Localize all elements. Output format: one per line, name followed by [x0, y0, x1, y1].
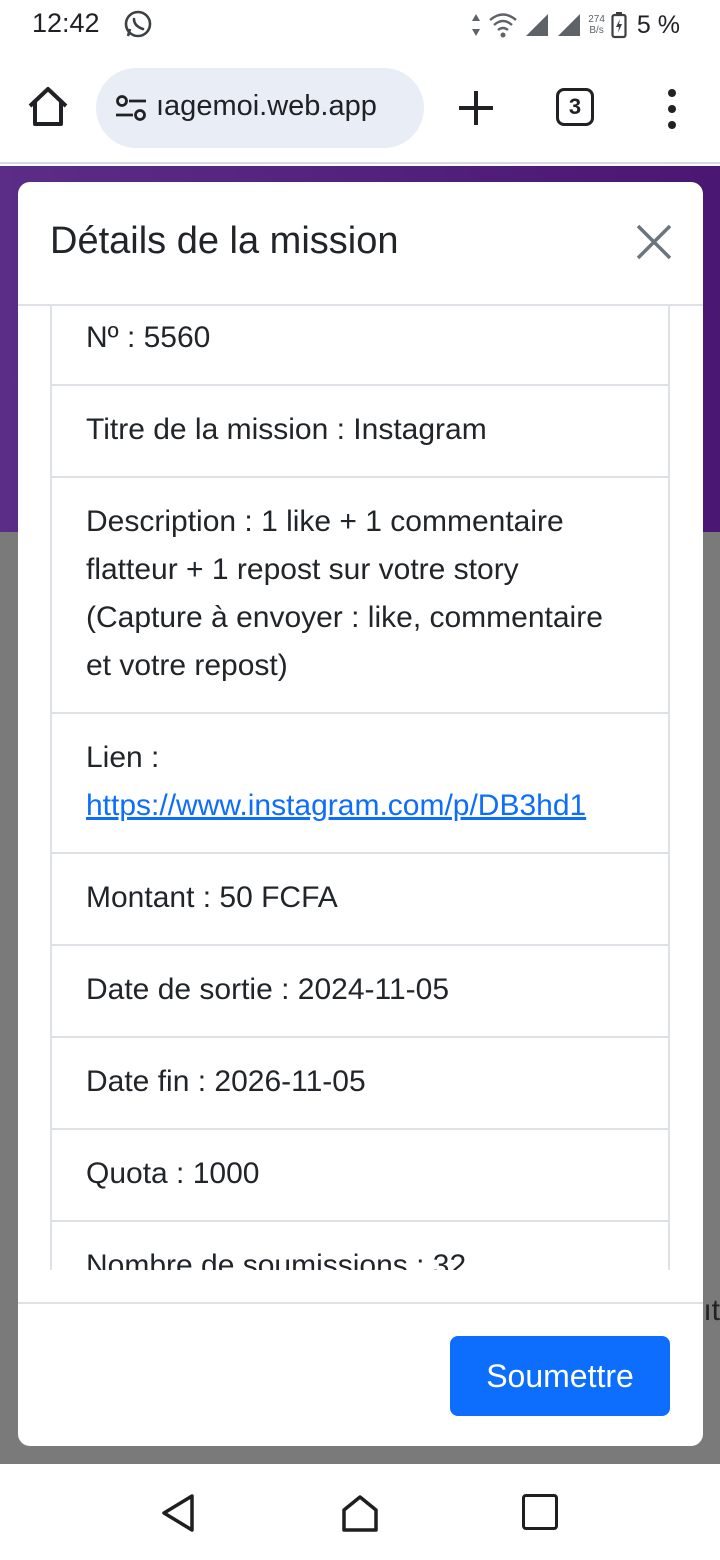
mission-amount: Montant : 50 FCFA — [52, 852, 668, 944]
mission-number: Nº : 5560 — [86, 321, 211, 354]
status-time: 12:42 — [32, 8, 100, 38]
submit-button[interactable]: Soumettre — [450, 1336, 670, 1416]
recents-icon[interactable] — [522, 1494, 558, 1530]
close-icon[interactable] — [634, 222, 674, 262]
mission-submissions-count: Nombre de soumissions : 32 — [52, 1220, 668, 1270]
mission-start-date: Date de sortie : 2024-11-05 — [52, 944, 668, 1036]
status-bar: 12:42 274 B/s 5 % — [0, 0, 720, 52]
home-icon[interactable] — [22, 80, 74, 132]
mission-description: Description : 1 like + 1 commentaire fla… — [52, 476, 668, 712]
whatsapp-icon — [124, 10, 152, 38]
status-icons: 274 B/s 5 % — [470, 8, 680, 42]
modal-title: Détails de la mission — [50, 220, 399, 262]
modal-header: Détails de la mission — [18, 182, 703, 306]
back-icon[interactable] — [158, 1492, 198, 1534]
mission-quota: Quota : 1000 — [52, 1128, 668, 1220]
mission-details-modal: Détails de la mission Nº : 5560 Titre de… — [18, 182, 703, 1446]
mission-link[interactable]: https://www.instagram.com/p/DB3hd1 — [86, 782, 636, 830]
new-tab-icon[interactable] — [456, 88, 496, 128]
site-settings-icon[interactable] — [114, 92, 148, 124]
address-bar[interactable]: ıagemoi.web.app — [96, 68, 424, 148]
mission-end-date: Date fin : 2026-11-05 — [52, 1036, 668, 1128]
mission-details-list: Nº : 5560 Titre de la mission : Instagra… — [50, 306, 670, 1270]
network-speed: 274 B/s — [588, 14, 605, 36]
link-label: Lien : — [86, 741, 160, 774]
battery-percentage: 5 % — [636, 10, 680, 39]
wifi-icon — [489, 13, 517, 38]
tab-switcher-button[interactable]: 3 — [556, 88, 594, 126]
system-navigation-bar — [0, 1464, 720, 1560]
signal-icon — [526, 14, 549, 36]
data-arrows-icon — [472, 14, 481, 36]
mission-link-row: Lien : https://www.instagram.com/p/DB3hd… — [52, 712, 668, 852]
more-vert-icon[interactable] — [660, 88, 684, 130]
battery-charging-icon — [611, 12, 627, 39]
modal-body[interactable]: Nº : 5560 Titre de la mission : Instagra… — [50, 306, 670, 1270]
mission-title: Titre de la mission : Instagram — [52, 384, 668, 476]
home-nav-icon[interactable] — [340, 1492, 380, 1534]
browser-toolbar: ıagemoi.web.app 3 — [0, 52, 720, 164]
background-text-fragment: ıt — [703, 1294, 720, 1327]
modal-footer: Soumettre — [18, 1302, 703, 1446]
url-text: ıagemoi.web.app — [156, 90, 377, 122]
signal-icon-2 — [558, 14, 581, 36]
